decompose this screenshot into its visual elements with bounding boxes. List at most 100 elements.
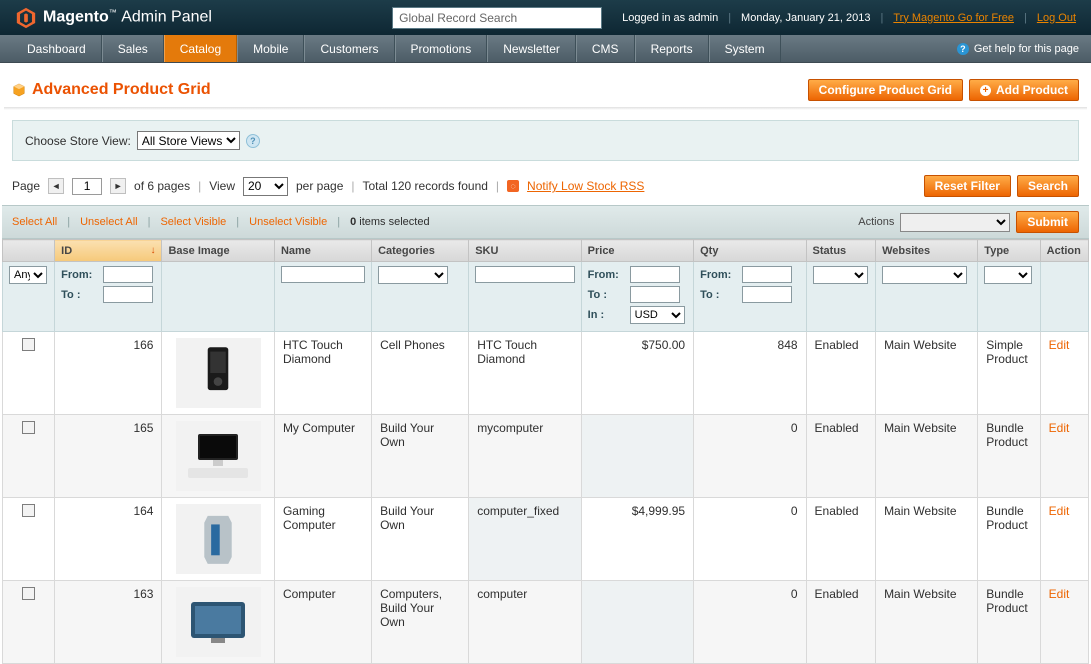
cell-price: $4,999.95: [581, 498, 693, 581]
nav-newsletter[interactable]: Newsletter: [487, 35, 576, 62]
cell-status: Enabled: [806, 498, 876, 581]
col-action: Action: [1040, 240, 1088, 262]
filter-name[interactable]: [281, 266, 365, 283]
nav-cms[interactable]: CMS: [576, 35, 635, 62]
per-page-select[interactable]: 20: [243, 177, 288, 196]
filter-status[interactable]: [813, 266, 868, 284]
page-title-text: Advanced Product Grid: [32, 81, 211, 99]
edit-link[interactable]: Edit: [1049, 504, 1070, 518]
row-checkbox[interactable]: [22, 504, 35, 517]
cell-categories: Computers, Build Your Own: [372, 581, 469, 664]
cell-sku: HTC Touch Diamond: [469, 332, 581, 415]
col-status[interactable]: Status: [806, 240, 876, 262]
global-search-input[interactable]: [392, 7, 602, 29]
col-websites[interactable]: Websites: [876, 240, 978, 262]
row-checkbox[interactable]: [22, 587, 35, 600]
reset-filter-button[interactable]: Reset Filter: [924, 175, 1011, 197]
try-magento-link[interactable]: Try Magento Go for Free: [893, 12, 1014, 24]
filter-checkbox-select[interactable]: Any: [9, 266, 47, 284]
filter-sku[interactable]: [475, 266, 574, 283]
filter-qty-from[interactable]: [742, 266, 792, 283]
cell-status: Enabled: [806, 415, 876, 498]
filter-id-from[interactable]: [103, 266, 153, 283]
select-all-link[interactable]: Select All: [12, 216, 57, 228]
cell-id: 164: [55, 498, 162, 581]
cell-qty: 0: [694, 581, 806, 664]
col-price[interactable]: Price: [581, 240, 693, 262]
nav-promotions[interactable]: Promotions: [395, 35, 488, 62]
unselect-all-link[interactable]: Unselect All: [80, 216, 137, 228]
table-row[interactable]: 166HTC Touch DiamondCell PhonesHTC Touch…: [3, 332, 1089, 415]
filter-currency[interactable]: USD: [630, 306, 685, 324]
product-image: [176, 338, 261, 408]
nav-sales[interactable]: Sales: [102, 35, 164, 62]
help-icon[interactable]: ?: [246, 134, 260, 148]
cell-categories: Build Your Own: [372, 498, 469, 581]
cell-price: [581, 415, 693, 498]
next-page-button[interactable]: ►: [110, 178, 126, 194]
nav-customers[interactable]: Customers: [304, 35, 394, 62]
cell-qty: 0: [694, 415, 806, 498]
configure-grid-button[interactable]: Configure Product Grid: [808, 79, 963, 101]
edit-link[interactable]: Edit: [1049, 421, 1070, 435]
filter-id-to[interactable]: [103, 286, 153, 303]
col-qty[interactable]: Qty: [694, 240, 806, 262]
filter-categories[interactable]: [378, 266, 448, 284]
col-id[interactable]: ID↓: [55, 240, 162, 262]
add-product-button[interactable]: +Add Product: [969, 79, 1079, 101]
nav-reports[interactable]: Reports: [635, 35, 709, 62]
nav-system[interactable]: System: [709, 35, 781, 62]
store-view-select[interactable]: All Store Views: [137, 131, 240, 150]
sort-desc-icon: ↓: [150, 245, 155, 256]
row-checkbox[interactable]: [22, 338, 35, 351]
col-type[interactable]: Type: [978, 240, 1040, 262]
edit-link[interactable]: Edit: [1049, 338, 1070, 352]
select-visible-link[interactable]: Select Visible: [160, 216, 226, 228]
cell-website: Main Website: [876, 581, 978, 664]
grid-controls: Page ◄ ► of 6 pages | View 20 per page |…: [2, 171, 1089, 205]
search-button[interactable]: Search: [1017, 175, 1079, 197]
edit-link[interactable]: Edit: [1049, 587, 1070, 601]
filter-price-from[interactable]: [630, 266, 680, 283]
cell-action: Edit: [1040, 498, 1088, 581]
filter-websites[interactable]: [882, 266, 967, 284]
filter-type[interactable]: [984, 266, 1032, 284]
nav-mobile[interactable]: Mobile: [237, 35, 304, 62]
page-label: Page: [12, 179, 40, 193]
main-nav: DashboardSalesCatalogMobileCustomersProm…: [0, 35, 1091, 63]
product-image: [176, 504, 261, 574]
nav-catalog[interactable]: Catalog: [164, 35, 237, 62]
help-link[interactable]: ? Get help for this page: [957, 35, 1079, 62]
logo-text-a: Magento: [43, 9, 109, 26]
prev-page-button[interactable]: ◄: [48, 178, 64, 194]
actions-select[interactable]: [900, 213, 1010, 232]
filter-qty-to[interactable]: [742, 286, 792, 303]
col-sku[interactable]: SKU: [469, 240, 581, 262]
notify-rss-link[interactable]: Notify Low Stock RSS: [527, 179, 644, 193]
filter-price-to[interactable]: [630, 286, 680, 303]
col-name[interactable]: Name: [274, 240, 371, 262]
actions-label: Actions: [858, 216, 894, 228]
logout-link[interactable]: Log Out: [1037, 12, 1076, 24]
cell-image: [162, 498, 274, 581]
page-title: Advanced Product Grid: [12, 81, 211, 99]
product-image: [176, 421, 261, 491]
logo[interactable]: Magento™ Admin Panel: [15, 7, 212, 29]
col-checkbox[interactable]: [3, 240, 55, 262]
cell-id: 163: [55, 581, 162, 664]
cell-name: Gaming Computer: [274, 498, 371, 581]
table-row[interactable]: 163ComputerComputers, Build Your Owncomp…: [3, 581, 1089, 664]
unselect-visible-link[interactable]: Unselect Visible: [249, 216, 327, 228]
col-base-image[interactable]: Base Image: [162, 240, 274, 262]
nav-dashboard[interactable]: Dashboard: [12, 35, 102, 62]
cell-sku: computer: [469, 581, 581, 664]
cell-status: Enabled: [806, 332, 876, 415]
table-row[interactable]: 165My ComputerBuild Your Ownmycomputer0E…: [3, 415, 1089, 498]
col-categories[interactable]: Categories: [372, 240, 469, 262]
cell-image: [162, 581, 274, 664]
row-checkbox[interactable]: [22, 421, 35, 434]
page-input[interactable]: [72, 178, 102, 195]
cell-type: Bundle Product: [978, 581, 1040, 664]
submit-button[interactable]: Submit: [1016, 211, 1079, 233]
table-row[interactable]: 164Gaming ComputerBuild Your Owncomputer…: [3, 498, 1089, 581]
